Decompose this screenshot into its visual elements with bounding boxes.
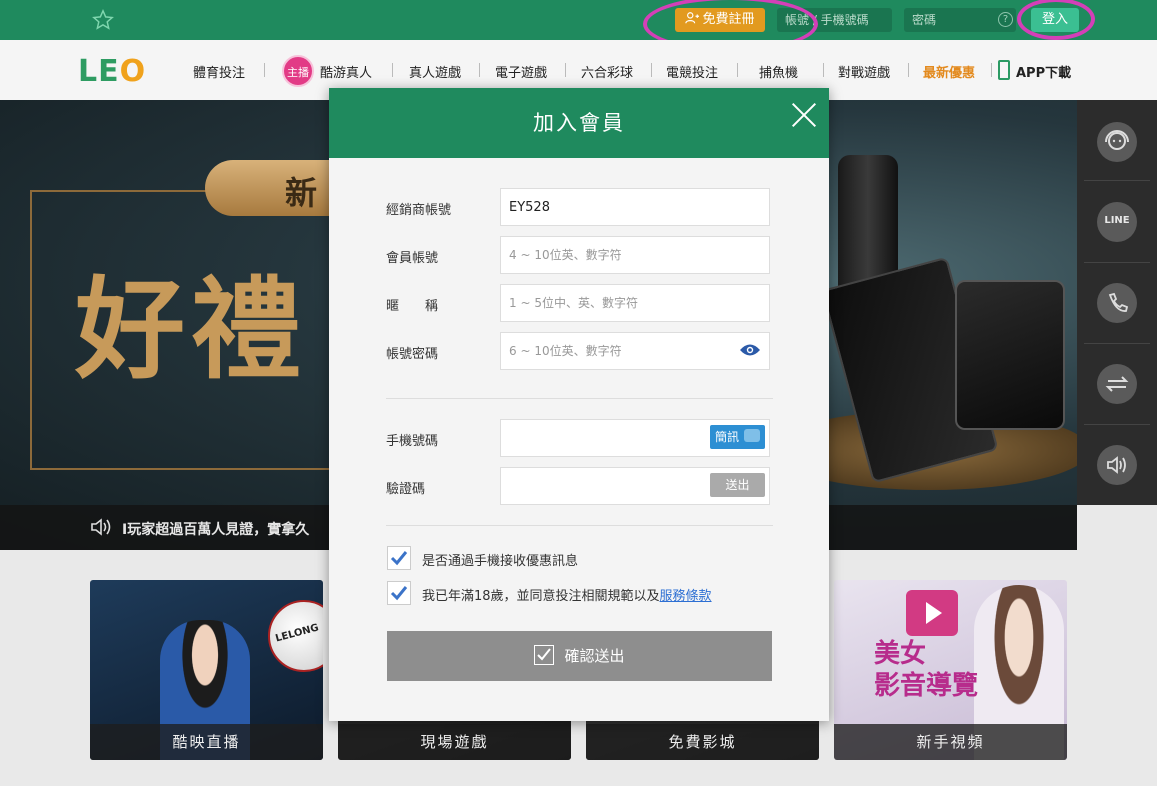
card-caption: 免費影城 xyxy=(586,724,819,760)
nav-esports[interactable]: 電競投注 xyxy=(666,62,718,81)
speaker-icon xyxy=(91,518,111,536)
banner-pill-text: 新 xyxy=(285,174,318,212)
rail-divider xyxy=(1084,180,1150,181)
modal-title: 加入會員 xyxy=(329,88,829,158)
line-label: LINE xyxy=(1104,215,1130,226)
banner-earbuds-image xyxy=(955,280,1065,430)
help-icon[interactable]: ? xyxy=(998,12,1013,27)
video-play-icon xyxy=(906,590,958,636)
agent-label: 經銷商帳號 xyxy=(386,203,452,218)
announcement-text: I玩家超過百萬人見證，實拿久 xyxy=(122,522,310,538)
customer-service-icon[interactable] xyxy=(1097,122,1137,162)
volume-icon[interactable] xyxy=(1097,445,1137,485)
close-icon[interactable] xyxy=(791,101,817,127)
nav-divider xyxy=(392,63,393,77)
nav-lottery[interactable]: 六合彩球 xyxy=(581,62,633,81)
submit-label: 確認送出 xyxy=(564,647,625,665)
phone-label: 手機號碼 xyxy=(386,434,439,449)
live-host-badge-icon: 主播 xyxy=(282,55,314,87)
nav-app-download[interactable]: APP下載 xyxy=(1016,62,1071,81)
site-logo[interactable]: LEO xyxy=(78,54,146,89)
rail-divider xyxy=(1084,424,1150,425)
favorite-star-icon[interactable] xyxy=(92,9,114,31)
confirm-submit-button[interactable]: 確認送出 xyxy=(387,631,772,681)
card-promo-title: 美女 影音導覽 xyxy=(874,638,978,702)
send-code-button[interactable]: 送出 xyxy=(710,473,765,497)
logo-letter-o: O xyxy=(119,54,147,89)
logo-letter-l: L xyxy=(78,54,99,89)
nav-sports[interactable]: 體育投注 xyxy=(193,62,245,81)
soccer-ball-image: LELONG xyxy=(268,600,323,672)
nav-divider xyxy=(991,63,992,77)
nav-divider xyxy=(737,63,738,77)
card-live-stream[interactable]: LELONG 酷映直播 xyxy=(90,580,323,760)
nav-kuyou-live[interactable]: 酷游真人 xyxy=(320,62,372,81)
nav-battle-games[interactable]: 對戰遊戲 xyxy=(838,62,890,81)
form-divider xyxy=(386,525,773,526)
nav-divider xyxy=(264,63,265,77)
banner-headline: 好禮 xyxy=(75,265,307,394)
nickname-label: 暱 稱 xyxy=(386,299,439,314)
card-caption: 現場遊戲 xyxy=(338,724,571,760)
promo-sms-checkbox[interactable] xyxy=(387,546,411,570)
ball-brand-text: LELONG xyxy=(274,622,320,645)
check-icon xyxy=(390,586,408,601)
phone-call-icon[interactable] xyxy=(1097,283,1137,323)
line-app-icon[interactable]: LINE xyxy=(1097,202,1137,242)
rail-divider xyxy=(1084,262,1150,263)
member-password-input[interactable] xyxy=(500,332,770,370)
rail-divider xyxy=(1084,343,1150,344)
age-terms-text: 我已年滿18歲，並同意投注相關規範以及 xyxy=(422,589,660,604)
age-terms-checkbox[interactable] xyxy=(387,581,411,605)
nav-divider xyxy=(479,63,480,77)
card-beginner-video[interactable]: 美女 影音導覽 新手視頻 xyxy=(834,580,1067,760)
register-modal: 加入會員 經銷商帳號 會員帳號 暱 稱 帳號密碼 手機號碼 簡訊 驗證碼 送出 … xyxy=(329,88,829,721)
nav-fishing[interactable]: 捕魚機 xyxy=(759,62,798,81)
sms-label: 簡訊 xyxy=(715,430,740,444)
switch-arrows-icon[interactable] xyxy=(1097,364,1137,404)
nickname-input[interactable] xyxy=(500,284,770,322)
member-account-label: 會員帳號 xyxy=(386,251,439,266)
card-caption: 新手視頻 xyxy=(834,724,1067,760)
nav-divider xyxy=(908,63,909,77)
card-promo-line2: 影音導覽 xyxy=(874,671,979,701)
member-account-input[interactable] xyxy=(500,236,770,274)
terms-of-service-link[interactable]: 服務條款 xyxy=(660,589,712,604)
mobile-phone-icon xyxy=(998,60,1010,80)
age-terms-label: 我已年滿18歲，並同意投注相關規範以及服務條款 xyxy=(422,585,712,604)
agent-account-input[interactable] xyxy=(500,188,770,226)
checkbox-outline-icon xyxy=(534,645,555,665)
nav-live-casino[interactable]: 真人遊戲 xyxy=(409,62,461,81)
nav-divider xyxy=(823,63,824,77)
promo-sms-label: 是否通過手機接收優惠訊息 xyxy=(422,554,579,569)
password-label: 帳號密碼 xyxy=(386,347,439,362)
card-promo-line1: 美女 xyxy=(874,639,927,669)
logo-letter-e: E xyxy=(98,54,120,89)
card-caption: 酷映直播 xyxy=(90,724,323,760)
chat-bubble-icon xyxy=(744,429,760,442)
verify-code-label: 驗證碼 xyxy=(386,482,426,497)
sms-button[interactable]: 簡訊 xyxy=(710,425,765,449)
check-icon xyxy=(390,551,408,566)
form-divider xyxy=(386,398,773,399)
nav-divider xyxy=(651,63,652,77)
show-password-eye-icon[interactable] xyxy=(739,343,761,357)
nav-promotions[interactable]: 最新優惠 xyxy=(923,62,975,81)
nav-slots[interactable]: 電子遊戲 xyxy=(495,62,547,81)
nav-divider xyxy=(565,63,566,77)
